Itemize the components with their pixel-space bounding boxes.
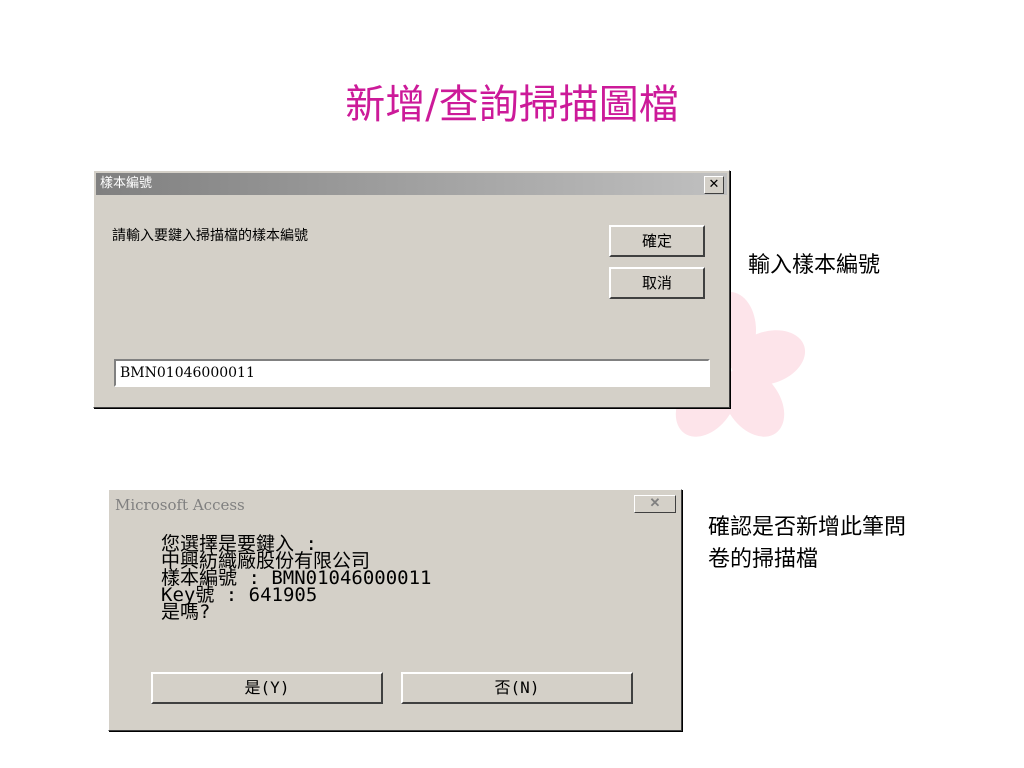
- dialog-title: 樣本編號: [100, 176, 153, 191]
- caption-line: 確認是否新增此筆問: [708, 515, 907, 540]
- sample-number-input[interactable]: BMN01046000011: [114, 359, 710, 387]
- slide-title: 新增/查詢掃描圖檔: [345, 82, 679, 128]
- yes-button[interactable]: 是(Y): [151, 672, 383, 704]
- dialog-titlebar[interactable]: 樣本編號 ✕: [96, 173, 727, 195]
- caption-confirm: 確認是否新增此筆問 卷的掃描檔: [708, 512, 906, 576]
- sample-number-dialog: 樣本編號 ✕ 請輸入要鍵入掃描檔的樣本編號 確定 取消 BMN010460000…: [93, 170, 730, 408]
- confirm-message: 您選擇是要鍵入 : 中興紡織廠股份有限公司 樣本編號 : BMN01046000…: [161, 535, 431, 623]
- no-button[interactable]: 否(N): [401, 672, 633, 704]
- caption-enter-sample: 輸入樣本編號: [748, 253, 881, 278]
- dialog-title: Microsoft Access: [115, 496, 245, 514]
- cancel-button[interactable]: 取消: [609, 267, 705, 299]
- caption-line: 卷的掃描檔: [708, 547, 819, 572]
- dialog-prompt: 請輸入要鍵入掃描檔的樣本編號: [112, 228, 308, 244]
- close-icon[interactable]: ✕: [634, 495, 676, 513]
- dialog-titlebar[interactable]: Microsoft Access ✕: [111, 492, 679, 518]
- close-icon[interactable]: ✕: [704, 176, 724, 194]
- access-confirm-dialog: Microsoft Access ✕ 您選擇是要鍵入 : 中興紡織廠股份有限公司…: [108, 489, 682, 731]
- message-line: 是嗎?: [161, 601, 211, 623]
- ok-button[interactable]: 確定: [609, 225, 705, 257]
